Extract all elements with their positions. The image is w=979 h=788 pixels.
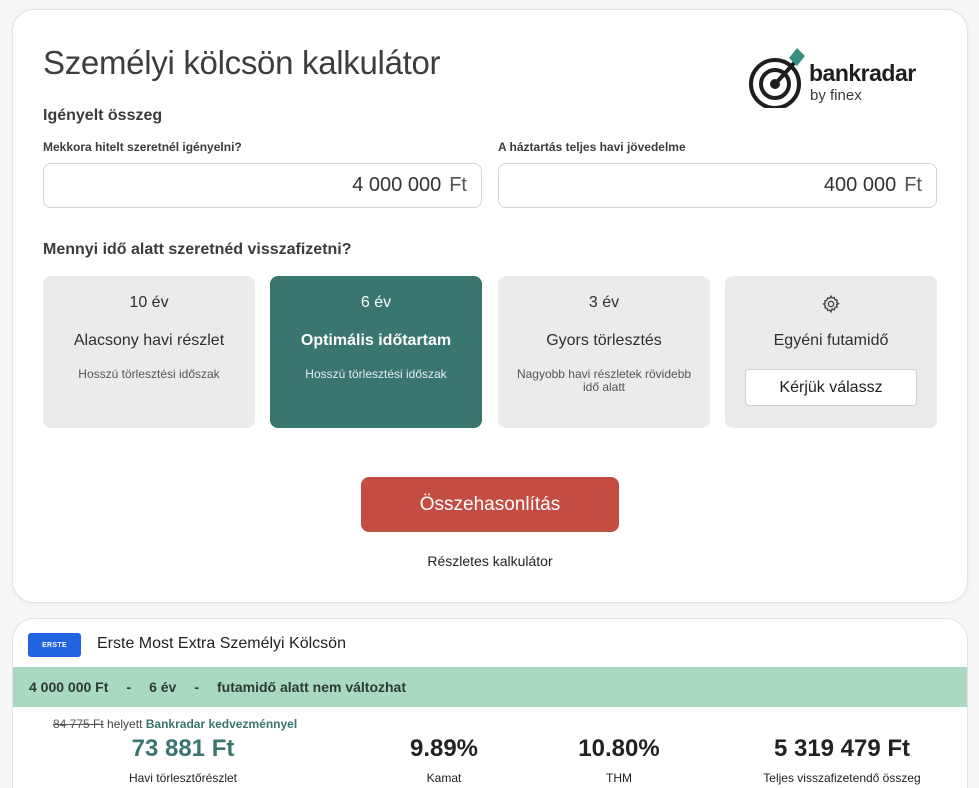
custom-term-select[interactable]: Kérjük válassz — [745, 369, 917, 406]
term-question: Mennyi idő alatt szeretnéd visszafizetni… — [43, 241, 352, 258]
term-name: Gyors törlesztés — [546, 332, 662, 349]
bank-logo-text: ERSTE — [42, 641, 67, 649]
monthly-payment: 73 881 Ft Havi törlesztőrészlet — [103, 735, 263, 785]
loan-amount-unit: Ft — [449, 174, 467, 196]
offer-card: ERSTE Erste Most Extra Személyi Kölcsön … — [12, 618, 968, 788]
summary-separator: - — [194, 679, 199, 695]
term-years: 10 év — [129, 294, 169, 311]
logo-subtitle: by finex — [810, 87, 862, 104]
term-option-custom[interactable]: Egyéni futamidő Kérjük válassz — [725, 276, 937, 428]
page-title: Személyi kölcsön kalkulátor — [43, 44, 441, 81]
summary-term: 6 év — [149, 679, 177, 695]
income-label: A háztartás teljes havi jövedelme — [498, 140, 686, 154]
term-name: Alacsony havi részlet — [73, 332, 225, 349]
interest-rate-value: 9.89% — [409, 735, 479, 762]
apr-value: 10.80% — [578, 735, 660, 762]
income-value: 400 000 — [823, 174, 897, 196]
offer-summary-stripe: 4 000 000 Ft - 6 év - futamidő alatt nem… — [13, 667, 967, 707]
loan-amount-value: 4 000 000 — [352, 174, 442, 196]
term-years: 6 év — [360, 294, 392, 311]
term-years: 3 év — [588, 294, 620, 311]
term-name: Egyéni futamidő — [773, 332, 889, 349]
apr-label: THM — [606, 771, 632, 785]
erste-logo: ERSTE — [28, 633, 81, 657]
total-repayment: 5 319 479 Ft Teljes visszafizetendő össz… — [737, 735, 947, 785]
total-repayment-value: 5 319 479 Ft — [773, 735, 911, 762]
detailed-calculator-link-text[interactable]: Részletes kalkulátor — [427, 553, 552, 569]
product-name[interactable]: Erste Most Extra Személyi Kölcsön — [97, 635, 346, 653]
old-price-mid: helyett — [107, 717, 143, 731]
gear-icon — [822, 294, 840, 314]
income-unit: Ft — [904, 174, 922, 196]
calculator-card: Személyi kölcsön kalkulátor bankradar by… — [12, 9, 968, 603]
summary-separator: - — [126, 679, 132, 695]
summary-note: futamidő alatt nem változhat — [216, 679, 407, 695]
monthly-payment-value: 73 881 Ft — [131, 735, 235, 762]
detailed-calculator-link: Részletes kalkulátor — [13, 553, 967, 569]
term-option-6-years[interactable]: 6 év Optimális időtartam Hosszú törleszt… — [270, 276, 482, 428]
amount-section-label: Igényelt összeg — [43, 107, 163, 124]
term-name: Optimális időtartam — [300, 332, 452, 349]
old-price: 84 775 Ft — [53, 717, 104, 731]
summary-amount: 4 000 000 Ft — [29, 679, 109, 695]
loan-amount-input[interactable]: 4 000 000 Ft — [43, 163, 482, 208]
discount-note: 84 775 Ft helyett Bankradar kedvezménnye… — [53, 717, 297, 731]
logo-name: bankradar — [809, 60, 916, 86]
bankradar-logo[interactable]: bankradar by finex — [747, 46, 937, 108]
interest-rate: 9.89% Kamat — [384, 735, 504, 785]
loan-amount-label: Mekkora hitelt szeretnél igényelni? — [43, 140, 242, 154]
term-description: Hosszú törlesztési időszak — [78, 367, 220, 381]
term-option-10-years[interactable]: 10 év Alacsony havi részlet Hosszú törle… — [43, 276, 255, 428]
term-description: Hosszú törlesztési időszak — [305, 367, 447, 381]
target-icon — [749, 48, 805, 108]
interest-rate-label: Kamat — [426, 771, 462, 785]
term-option-3-years[interactable]: 3 év Gyors törlesztés Nagyobb havi részl… — [498, 276, 710, 428]
total-repayment-label: Teljes visszafizetendő összeg — [763, 771, 921, 785]
compare-button[interactable]: Összehasonlítás — [361, 477, 619, 532]
income-input[interactable]: 400 000 Ft — [498, 163, 937, 208]
term-description: Nagyobb havi részletek rövidebb idő alat… — [516, 367, 692, 394]
monthly-payment-label: Havi törlesztőrészlet — [128, 771, 238, 785]
apr: 10.80% THM — [559, 735, 679, 785]
discount-label: Bankradar kedvezménnyel — [145, 717, 298, 731]
